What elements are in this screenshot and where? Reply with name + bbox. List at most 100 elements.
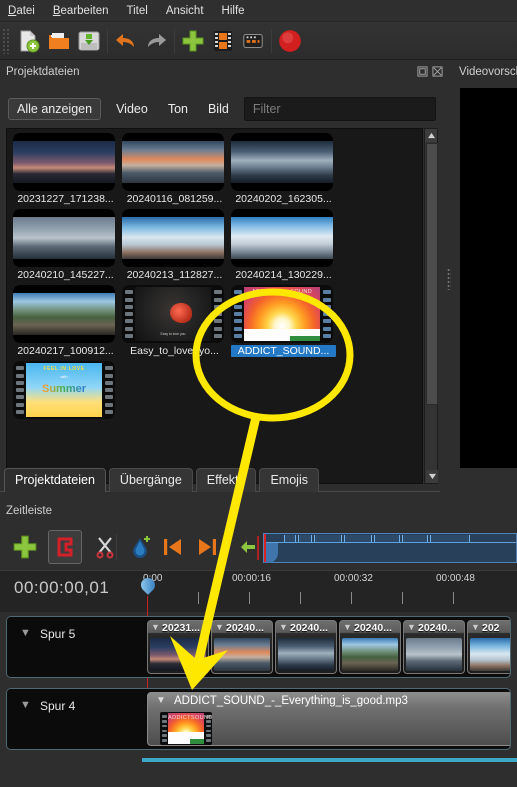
tab-projektdateien[interactable]: Projektdateien xyxy=(4,468,106,492)
ruler-label-1: 00:00:16 xyxy=(232,573,271,584)
file-grid-item[interactable]: Easy to love you Easy_to_love_yo... xyxy=(122,285,227,357)
timeline-zoom-marker xyxy=(257,536,259,560)
chevron-down-icon[interactable]: ▼ xyxy=(20,699,31,711)
album-art-line1: FEEL IN LOVE xyxy=(43,366,85,372)
new-project-icon[interactable] xyxy=(14,26,44,56)
audio-file-thumbnail[interactable]: FEEL IN LOVE with Summer xyxy=(13,361,115,419)
track-label: Spur 4 xyxy=(40,699,76,713)
filter-audio-button[interactable]: Ton xyxy=(163,98,193,120)
file-grid-item[interactable]: 20240213_112827... xyxy=(122,209,227,281)
add-files-icon[interactable] xyxy=(178,26,208,56)
filter-show-all-button[interactable]: Alle anzeigen xyxy=(8,98,102,120)
timeline-clip-video[interactable]: ▼ 202 xyxy=(467,620,510,674)
timeline-clip-video[interactable]: ▼ 20240... xyxy=(403,620,465,674)
chevron-down-icon[interactable]: ▼ xyxy=(343,622,352,632)
restore-icon[interactable] xyxy=(417,66,428,77)
add-track-button[interactable] xyxy=(8,530,42,564)
timeline-clip-video[interactable]: ▼ 20240... xyxy=(275,620,337,674)
audio-file-thumbnail[interactable]: Easy to love you xyxy=(122,285,224,343)
file-name-label: 20240210_145227... xyxy=(17,269,114,281)
files-vertical-scrollbar[interactable] xyxy=(424,128,438,484)
addict-sound-album-art: ADDICTSOUND Everything is good xyxy=(244,287,320,341)
add-marker-button[interactable] xyxy=(124,530,158,564)
track-header-spur-5[interactable]: ▼ Spur 5 xyxy=(7,617,149,677)
file-grid-item[interactable]: ADDICTSOUND Everything is good ADDICT_SO… xyxy=(231,285,336,357)
timeline-clip-audio[interactable]: ▼ ADDICT_SOUND_-_Everything_is_good.mp3 … xyxy=(147,692,510,746)
timeline-position-readout: 00:00:00,01 xyxy=(14,578,110,597)
timeline-clip-video[interactable]: ▼ 20231... xyxy=(147,620,209,674)
chevron-down-icon[interactable]: ▼ xyxy=(279,622,288,632)
chevron-down-icon[interactable]: ▼ xyxy=(407,622,416,632)
scroll-up-icon[interactable] xyxy=(425,129,437,142)
next-marker-button[interactable] xyxy=(190,530,224,564)
snap-toggle-button[interactable] xyxy=(48,530,82,564)
chevron-down-icon[interactable]: ▼ xyxy=(215,622,224,632)
tab-emojis[interactable]: Emojis xyxy=(259,468,319,492)
timeline-overview-minimap[interactable] xyxy=(263,533,517,563)
chevron-down-icon[interactable]: ▼ xyxy=(156,695,166,706)
film-icon[interactable] xyxy=(208,26,238,56)
film-perforation-icon xyxy=(13,363,26,417)
record-icon[interactable] xyxy=(275,26,305,56)
scrollbar-thumb[interactable] xyxy=(426,143,438,405)
video-file-thumbnail[interactable] xyxy=(122,133,224,191)
file-grid-item[interactable]: 20240116_081259... xyxy=(122,133,227,205)
redo-icon[interactable] xyxy=(141,26,171,56)
project-files-grid[interactable]: 20231227_171238... 20240116_081259... 2024… xyxy=(6,128,423,484)
album-art-line2: with xyxy=(60,374,68,379)
menu-item-titel[interactable]: Titel xyxy=(125,3,150,19)
track-spur-5[interactable]: ▼ Spur 5 ▼ 20231... ▼ 20240... ▼ 20240..… xyxy=(6,616,511,678)
overview-playhead[interactable] xyxy=(264,543,278,563)
chevron-down-icon[interactable]: ▼ xyxy=(20,627,31,639)
project-panel-window-buttons xyxy=(417,66,443,77)
chevron-down-icon[interactable]: ▼ xyxy=(151,622,160,632)
overview-clips-strip xyxy=(264,534,516,543)
menu-item-datei[interactable]: Datei xyxy=(6,3,37,19)
video-thumbnail-image xyxy=(122,141,224,183)
open-project-icon[interactable] xyxy=(44,26,74,56)
track-spur-4[interactable]: ▼ Spur 4 ▼ ADDICT_SOUND_-_Everything_is_… xyxy=(6,688,511,750)
video-file-thumbnail[interactable] xyxy=(231,133,333,191)
previous-marker-button[interactable] xyxy=(156,530,190,564)
playhead-handle[interactable] xyxy=(138,575,158,598)
project-files-panel-title: Projektdateien xyxy=(6,66,80,78)
filter-image-button[interactable]: Bild xyxy=(203,98,234,120)
toolbar-grip[interactable] xyxy=(2,27,11,54)
menu-item-ansicht[interactable]: Ansicht xyxy=(164,3,206,19)
audio-file-thumbnail[interactable]: ADDICTSOUND Everything is good xyxy=(231,285,333,343)
video-file-thumbnail[interactable] xyxy=(122,209,224,267)
video-file-thumbnail[interactable] xyxy=(13,209,115,267)
undo-icon[interactable] xyxy=(111,26,141,56)
video-preview-surface[interactable] xyxy=(460,88,517,468)
file-grid-item[interactable]: 20240210_145227... xyxy=(13,209,118,281)
tab--berg-nge[interactable]: Übergänge xyxy=(108,468,193,492)
search-input[interactable] xyxy=(243,97,436,121)
file-grid-item[interactable]: 20231227_171238... xyxy=(13,133,118,205)
timeline-clip-video[interactable]: ▼ 20240... xyxy=(211,620,273,674)
export-icon[interactable] xyxy=(238,26,268,56)
toolbar-separator-1 xyxy=(107,28,108,53)
clip-thumbnail: ADDICTSOUND Everything is good xyxy=(160,712,212,745)
video-file-thumbnail[interactable] xyxy=(231,209,333,267)
chevron-down-icon[interactable]: ▼ xyxy=(471,622,480,632)
filter-video-button[interactable]: Video xyxy=(111,98,153,120)
ruler-tick xyxy=(300,592,301,604)
menu-item-hilfe[interactable]: Hilfe xyxy=(220,3,247,19)
file-name-label: 20240116_081259... xyxy=(126,193,223,205)
file-grid-item[interactable]: 20240217_100912... xyxy=(13,285,118,357)
film-perforation-icon xyxy=(102,363,115,417)
timeline-panel-title: Zeitleiste xyxy=(6,505,53,517)
file-grid-item[interactable]: FEEL IN LOVE with Summer xyxy=(13,361,118,421)
close-icon[interactable] xyxy=(432,66,443,77)
panel-splitter-handle[interactable] xyxy=(447,268,451,290)
video-file-thumbnail[interactable] xyxy=(13,285,115,343)
file-grid-item[interactable]: 20240202_162305... xyxy=(231,133,336,205)
tab-effekte[interactable]: Effekte xyxy=(195,468,257,492)
file-grid-item[interactable]: 20240214_130229... xyxy=(231,209,336,281)
menu-item-bearbeiten[interactable]: Bearbeiten xyxy=(51,3,111,19)
save-project-icon[interactable] xyxy=(74,26,104,56)
green-arrow-left-icon[interactable] xyxy=(238,530,258,564)
timeline-clip-video[interactable]: ▼ 20240... xyxy=(339,620,401,674)
video-file-thumbnail[interactable] xyxy=(13,133,115,191)
track-header-spur-4[interactable]: ▼ Spur 4 xyxy=(7,689,149,749)
